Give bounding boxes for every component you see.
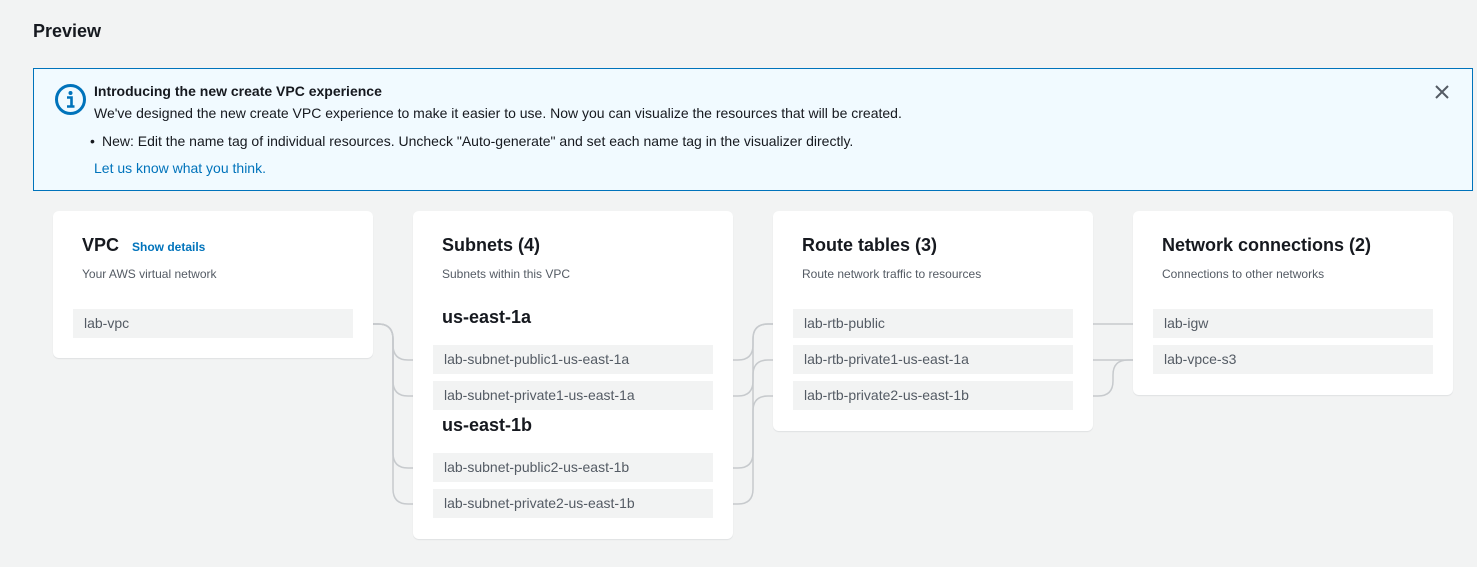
vpc-card: VPC Show details Your AWS virtual networ… <box>53 211 373 358</box>
vpc-card-subtitle: Your AWS virtual network <box>82 267 217 281</box>
network-connections-card-subtitle: Connections to other networks <box>1162 267 1325 281</box>
info-circle-icon <box>55 84 86 115</box>
network-connection-item[interactable]: lab-igw <box>1153 309 1433 338</box>
subnets-card: Subnets (4) Subnets within this VPC us-e… <box>413 211 733 539</box>
subnets-card-title: Subnets (4) <box>442 235 541 255</box>
banner-bullet-item: • New: Edit the name tag of individual r… <box>90 133 854 149</box>
route-table-item[interactable]: lab-rtb-private1-us-east-1a <box>793 345 1073 374</box>
show-details-link[interactable]: Show details <box>132 240 205 254</box>
route-table-item[interactable]: lab-rtb-public <box>793 309 1073 338</box>
bullet-dot: • <box>90 133 95 149</box>
banner-title: Introducing the new create VPC experienc… <box>94 83 382 99</box>
route-tables-card: Route tables (3) Route network traffic t… <box>773 211 1093 431</box>
route-tables-card-subtitle: Route network traffic to resources <box>802 267 982 281</box>
subnet-item[interactable]: lab-subnet-private1-us-east-1a <box>433 381 713 410</box>
subnets-card-subtitle: Subnets within this VPC <box>442 267 571 281</box>
az-heading-us-east-1a: us-east-1a <box>442 307 532 327</box>
network-connections-card: Network connections (2) Connections to o… <box>1133 211 1453 395</box>
network-connections-card-title: Network connections (2) <box>1162 235 1372 255</box>
network-connection-item[interactable]: lab-vpce-s3 <box>1153 345 1433 374</box>
banner-bullet-text: New: Edit the name tag of individual res… <box>102 133 854 149</box>
subnet-item[interactable]: lab-subnet-private2-us-east-1b <box>433 489 713 518</box>
az-heading-us-east-1b: us-east-1b <box>442 415 533 435</box>
banner-text: We've designed the new create VPC experi… <box>94 105 902 121</box>
close-icon[interactable] <box>1432 82 1452 102</box>
page-title: Preview <box>33 21 102 41</box>
feedback-link[interactable]: Let us know what you think. <box>94 160 266 176</box>
route-tables-card-title: Route tables (3) <box>802 235 938 255</box>
subnet-item[interactable]: lab-subnet-public1-us-east-1a <box>433 345 713 374</box>
info-banner: Introducing the new create VPC experienc… <box>33 68 1473 191</box>
route-table-item[interactable]: lab-rtb-private2-us-east-1b <box>793 381 1073 410</box>
subnet-item[interactable]: lab-subnet-public2-us-east-1b <box>433 453 713 482</box>
vpc-item[interactable]: lab-vpc <box>73 309 353 338</box>
vpc-card-title: VPC <box>82 235 120 255</box>
